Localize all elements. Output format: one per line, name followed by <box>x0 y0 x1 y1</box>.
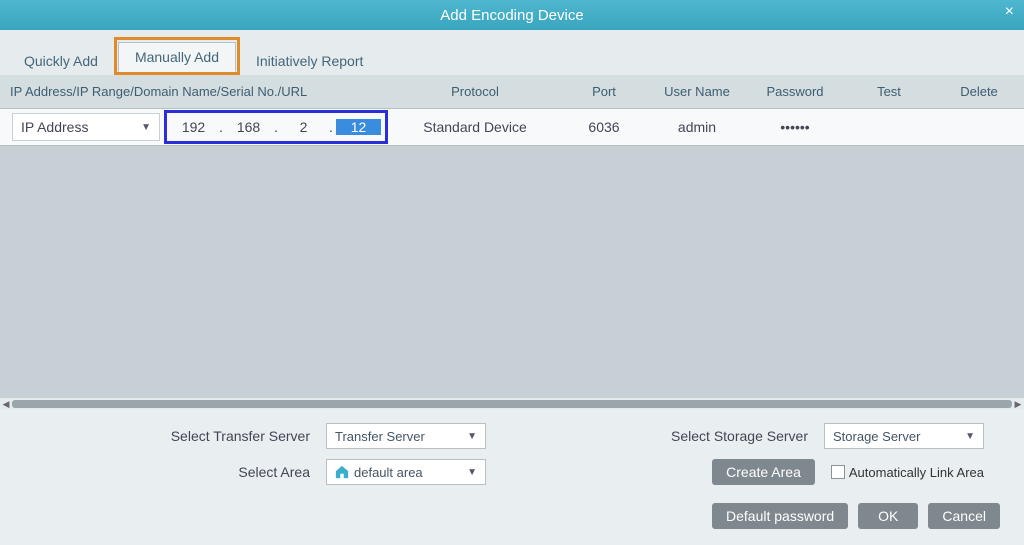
chevron-down-icon: ▼ <box>467 431 477 442</box>
chevron-down-icon: ▼ <box>141 122 151 133</box>
port-cell[interactable]: 6036 <box>560 119 648 135</box>
transfer-server-label: Select Transfer Server <box>10 428 310 444</box>
ip-octet-4[interactable]: 12 <box>336 119 381 135</box>
ip-octet-1[interactable]: 192 <box>171 119 216 135</box>
title-bar: Add Encoding Device × <box>0 0 1024 30</box>
tab-manually-add[interactable]: Manually Add <box>118 42 236 72</box>
col-port: Port <box>560 84 648 99</box>
ok-button[interactable]: OK <box>858 503 918 529</box>
col-ip: IP Address/IP Range/Domain Name/Serial N… <box>0 84 390 99</box>
transfer-server-select[interactable]: Transfer Server ▼ <box>326 423 486 449</box>
table-row: IP Address ▼ 192 . 168 . 2 . 12 Standard… <box>0 109 1024 145</box>
create-area-button[interactable]: Create Area <box>712 459 815 485</box>
storage-server-select[interactable]: Storage Server ▼ <box>824 423 984 449</box>
device-table: IP Address/IP Range/Domain Name/Serial N… <box>0 75 1024 409</box>
home-icon <box>335 465 349 479</box>
ip-octet-3[interactable]: 2 <box>281 119 326 135</box>
chevron-down-icon: ▼ <box>965 431 975 442</box>
scroll-right-icon[interactable]: ▶ <box>1012 398 1024 410</box>
tab-quickly-add[interactable]: Quickly Add <box>8 47 114 75</box>
scroll-left-icon[interactable]: ◀ <box>0 398 12 410</box>
ip-octet-2[interactable]: 168 <box>226 119 271 135</box>
storage-server-label: Select Storage Server <box>671 428 808 444</box>
horizontal-scrollbar[interactable]: ◀ ▶ <box>0 397 1024 409</box>
chevron-down-icon: ▼ <box>467 467 477 478</box>
auto-link-area-checkbox[interactable]: Automatically Link Area <box>831 465 984 480</box>
checkbox-icon[interactable] <box>831 465 845 479</box>
default-password-button[interactable]: Default password <box>712 503 848 529</box>
table-header: IP Address/IP Range/Domain Name/Serial N… <box>0 75 1024 109</box>
scroll-thumb[interactable] <box>12 400 1012 408</box>
ip-type-select[interactable]: IP Address ▼ <box>12 113 160 141</box>
dialog-title: Add Encoding Device <box>440 7 583 24</box>
col-test: Test <box>844 84 934 99</box>
select-area-label: Select Area <box>10 464 310 480</box>
ip-address-input[interactable]: 192 . 168 . 2 . 12 <box>164 110 388 144</box>
ip-type-value: IP Address <box>21 119 88 135</box>
col-password: Password <box>746 84 844 99</box>
table-empty-area <box>0 145 1024 397</box>
area-select[interactable]: default area ▼ <box>326 459 486 485</box>
footer-panel: Select Transfer Server Transfer Server ▼… <box>0 409 1024 543</box>
cancel-button[interactable]: Cancel <box>928 503 1000 529</box>
close-icon[interactable]: × <box>1005 3 1014 21</box>
highlight-manually-tab: Manually Add <box>114 37 240 75</box>
col-username: User Name <box>648 84 746 99</box>
col-protocol: Protocol <box>390 84 560 99</box>
password-cell[interactable]: •••••• <box>746 119 844 135</box>
username-cell[interactable]: admin <box>648 119 746 135</box>
protocol-cell[interactable]: Standard Device <box>390 119 560 135</box>
tab-bar: Quickly Add Manually Add Initiatively Re… <box>0 30 1024 75</box>
col-delete: Delete <box>934 84 1024 99</box>
tab-initiatively-report[interactable]: Initiatively Report <box>240 47 379 75</box>
